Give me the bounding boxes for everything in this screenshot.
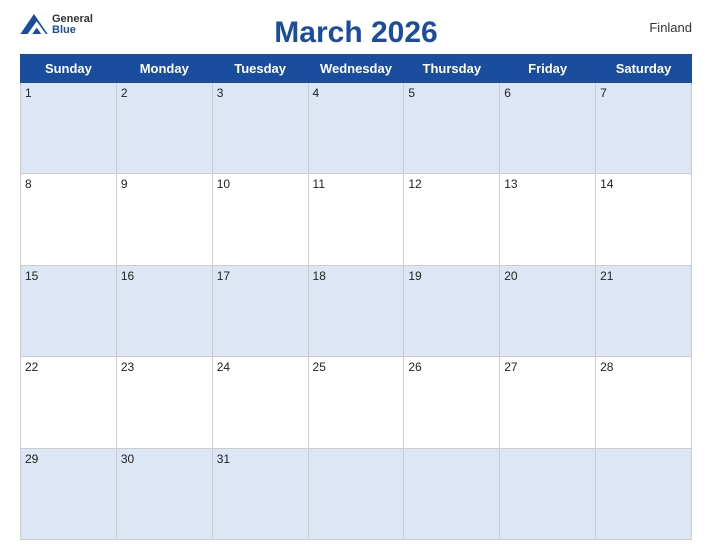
calendar-day-cell: 3 — [212, 83, 308, 174]
calendar-day-cell: 15 — [21, 265, 117, 356]
country-label: Finland — [649, 20, 692, 35]
logo-blue: Blue — [52, 25, 93, 36]
calendar-day-cell — [404, 448, 500, 539]
calendar-week-row: 29 30 31 — [21, 448, 692, 539]
header-wednesday: Wednesday — [308, 55, 404, 83]
day-number: 24 — [217, 360, 230, 374]
calendar-day-cell: 13 — [500, 174, 596, 265]
calendar-week-row: 1 2 3 4 5 6 7 — [21, 83, 692, 174]
calendar-day-cell: 4 — [308, 83, 404, 174]
calendar-day-cell: 7 — [596, 83, 692, 174]
calendar-week-row: 8 9 10 11 12 13 14 — [21, 174, 692, 265]
calendar-week-row: 22 23 24 25 26 27 28 — [21, 357, 692, 448]
day-number: 18 — [313, 269, 326, 283]
header-monday: Monday — [116, 55, 212, 83]
day-number: 9 — [121, 177, 128, 191]
calendar-day-cell: 17 — [212, 265, 308, 356]
calendar-day-cell: 27 — [500, 357, 596, 448]
calendar-day-cell: 30 — [116, 448, 212, 539]
calendar-day-cell: 16 — [116, 265, 212, 356]
day-number: 10 — [217, 177, 230, 191]
calendar-day-cell: 9 — [116, 174, 212, 265]
header-friday: Friday — [500, 55, 596, 83]
day-number: 4 — [313, 86, 320, 100]
calendar-day-cell: 28 — [596, 357, 692, 448]
logo-icon — [20, 14, 48, 34]
header-saturday: Saturday — [596, 55, 692, 83]
calendar-day-cell: 2 — [116, 83, 212, 174]
calendar-table: Sunday Monday Tuesday Wednesday Thursday… — [20, 54, 692, 540]
calendar-day-cell: 14 — [596, 174, 692, 265]
day-number: 5 — [408, 86, 415, 100]
day-number: 2 — [121, 86, 128, 100]
day-number: 6 — [504, 86, 511, 100]
day-number: 30 — [121, 452, 134, 466]
day-number: 23 — [121, 360, 134, 374]
calendar-day-cell: 8 — [21, 174, 117, 265]
header-tuesday: Tuesday — [212, 55, 308, 83]
day-number: 22 — [25, 360, 38, 374]
calendar-title: March 2026 — [274, 16, 437, 50]
day-number: 21 — [600, 269, 613, 283]
calendar-day-cell: 23 — [116, 357, 212, 448]
calendar-day-cell: 18 — [308, 265, 404, 356]
calendar-day-cell: 6 — [500, 83, 596, 174]
weekday-header-row: Sunday Monday Tuesday Wednesday Thursday… — [21, 55, 692, 83]
day-number: 11 — [313, 177, 325, 191]
calendar-day-cell: 11 — [308, 174, 404, 265]
day-number: 12 — [408, 177, 421, 191]
day-number: 27 — [504, 360, 517, 374]
day-number: 1 — [25, 86, 32, 100]
day-number: 17 — [217, 269, 230, 283]
day-number: 29 — [25, 452, 38, 466]
day-number: 14 — [600, 177, 613, 191]
calendar-day-cell: 12 — [404, 174, 500, 265]
day-number: 20 — [504, 269, 517, 283]
logo: General Blue — [20, 14, 93, 36]
calendar-day-cell: 19 — [404, 265, 500, 356]
day-number: 31 — [217, 452, 230, 466]
header-sunday: Sunday — [21, 55, 117, 83]
calendar-day-cell: 10 — [212, 174, 308, 265]
calendar-day-cell: 22 — [21, 357, 117, 448]
calendar-header: General Blue March 2026 Finland — [20, 10, 692, 50]
calendar-day-cell: 25 — [308, 357, 404, 448]
calendar-day-cell: 29 — [21, 448, 117, 539]
day-number: 19 — [408, 269, 421, 283]
calendar-day-cell — [308, 448, 404, 539]
calendar-day-cell — [596, 448, 692, 539]
day-number: 3 — [217, 86, 224, 100]
calendar-week-row: 15 16 17 18 19 20 21 — [21, 265, 692, 356]
calendar-day-cell: 24 — [212, 357, 308, 448]
header-thursday: Thursday — [404, 55, 500, 83]
day-number: 15 — [25, 269, 38, 283]
calendar-day-cell: 1 — [21, 83, 117, 174]
calendar-day-cell: 31 — [212, 448, 308, 539]
calendar-day-cell — [500, 448, 596, 539]
calendar-body: 1234567891011121314151617181920212223242… — [21, 83, 692, 540]
day-number: 16 — [121, 269, 134, 283]
day-number: 7 — [600, 86, 607, 100]
day-number: 28 — [600, 360, 613, 374]
day-number: 8 — [25, 177, 32, 191]
day-number: 13 — [504, 177, 517, 191]
day-number: 26 — [408, 360, 421, 374]
calendar-day-cell: 20 — [500, 265, 596, 356]
calendar-day-cell: 26 — [404, 357, 500, 448]
calendar-day-cell: 5 — [404, 83, 500, 174]
calendar-day-cell: 21 — [596, 265, 692, 356]
day-number: 25 — [313, 360, 326, 374]
